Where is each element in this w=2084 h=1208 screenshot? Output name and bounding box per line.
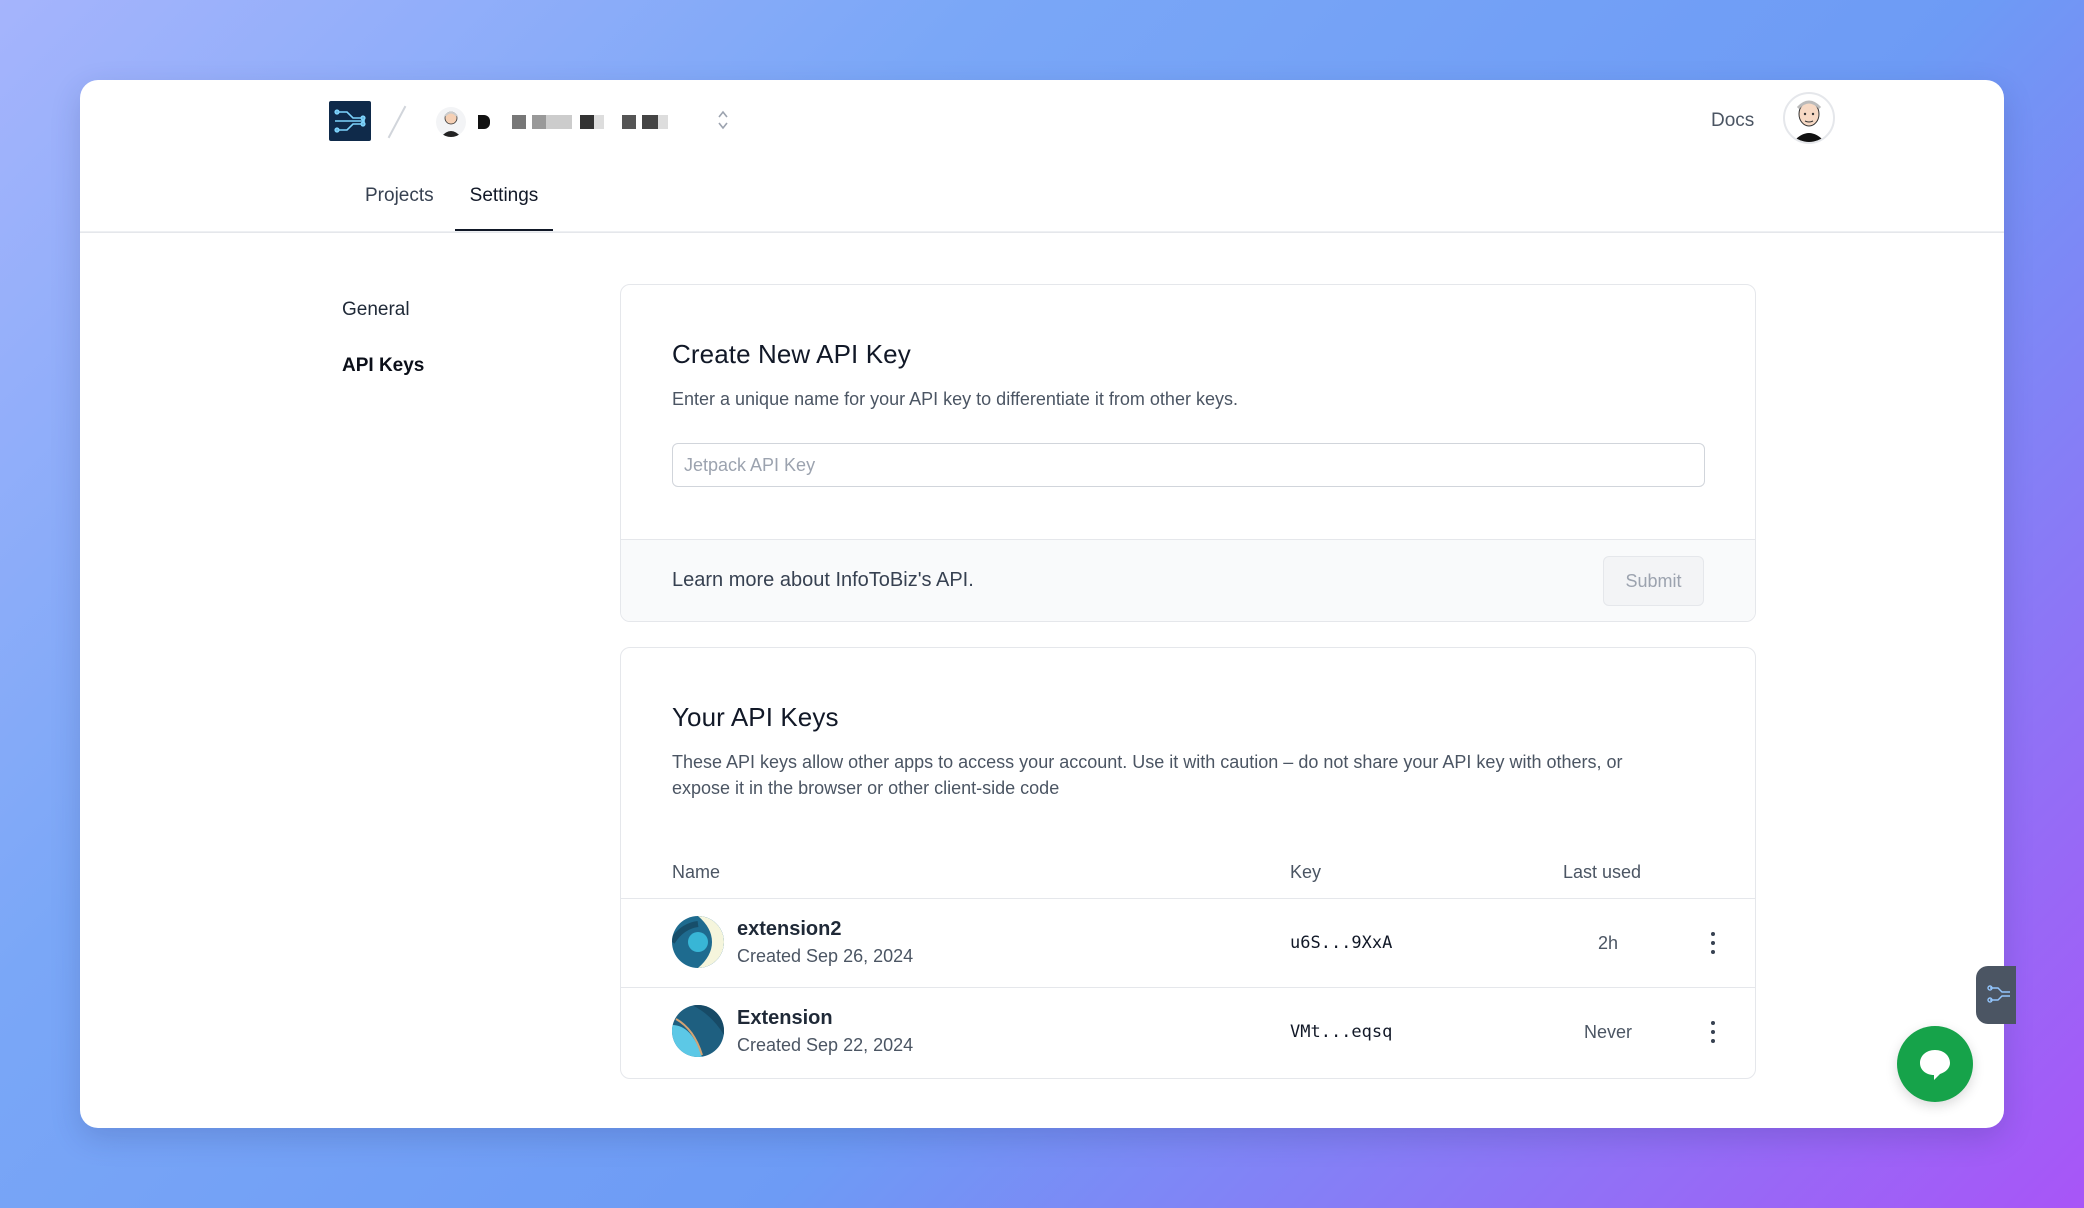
api-keys-list-card: Your API Keys These API keys allow other… [620,647,1756,1079]
top-header: Docs Projects Settings [80,80,2004,233]
app-window: Docs Projects Settings General API Keys … [80,80,2004,1128]
key-name: extension2 [737,918,842,940]
header-divider [80,231,2004,232]
key-value: u6S...9XxA [1290,933,1393,953]
column-header-name: Name [672,862,721,882]
docs-link[interactable]: Docs [1711,110,1754,132]
submit-button[interactable]: Submit [1603,556,1704,606]
circuit-logo-icon[interactable] [329,101,371,141]
create-api-key-card: Create New API Key Enter a unique name f… [620,284,1756,622]
api-key-name-input[interactable] [672,443,1705,487]
org-name-redacted[interactable] [478,113,668,131]
column-header-key: Key [1290,862,1322,882]
create-key-description: Enter a unique name for your API key to … [672,389,1238,409]
your-keys-description: These API keys allow other apps to acces… [672,752,1623,798]
learn-more-link[interactable]: Learn more about InfoToBiz's API. [672,569,974,592]
chevron-up-down-icon[interactable] [715,108,731,134]
your-keys-title: Your API Keys [672,702,839,732]
key-last-used: Never [1583,1022,1632,1042]
create-key-footer: Learn more about InfoToBiz's API. Submit [621,539,1755,621]
key-created-date: Created Sep 26, 2024 [737,946,914,966]
org-avatar[interactable] [436,107,466,137]
key-value: VMt...eqsq [1290,1022,1393,1042]
side-widget-tab[interactable] [1976,966,2016,1024]
column-header-last-used: Last used [1563,862,1642,882]
breadcrumb-separator [387,105,407,139]
more-vertical-icon[interactable] [1701,928,1725,958]
key-created-date: Created Sep 22, 2024 [737,1035,914,1055]
create-key-title: Create New API Key [672,339,911,369]
key-avatar-icon [672,916,724,968]
main-tabs: Projects Settings [350,180,554,232]
chat-bubble-icon[interactable] [1897,1026,1973,1102]
sidebar-item-api-keys[interactable]: API Keys [342,354,424,410]
key-last-used: 2h [1597,933,1619,953]
settings-sidebar: General API Keys [342,298,424,410]
tab-settings[interactable]: Settings [454,180,554,232]
key-name: Extension [737,1007,833,1029]
more-vertical-icon[interactable] [1701,1017,1725,1047]
table-row: extension2 Created Sep 26, 2024 u6S...9X… [621,898,1755,987]
user-avatar[interactable] [1783,92,1835,144]
tab-projects[interactable]: Projects [350,180,449,232]
sidebar-item-general[interactable]: General [342,298,424,354]
table-row: Extension Created Sep 22, 2024 VMt...eqs… [621,987,1755,1076]
key-avatar-icon [672,1005,724,1057]
